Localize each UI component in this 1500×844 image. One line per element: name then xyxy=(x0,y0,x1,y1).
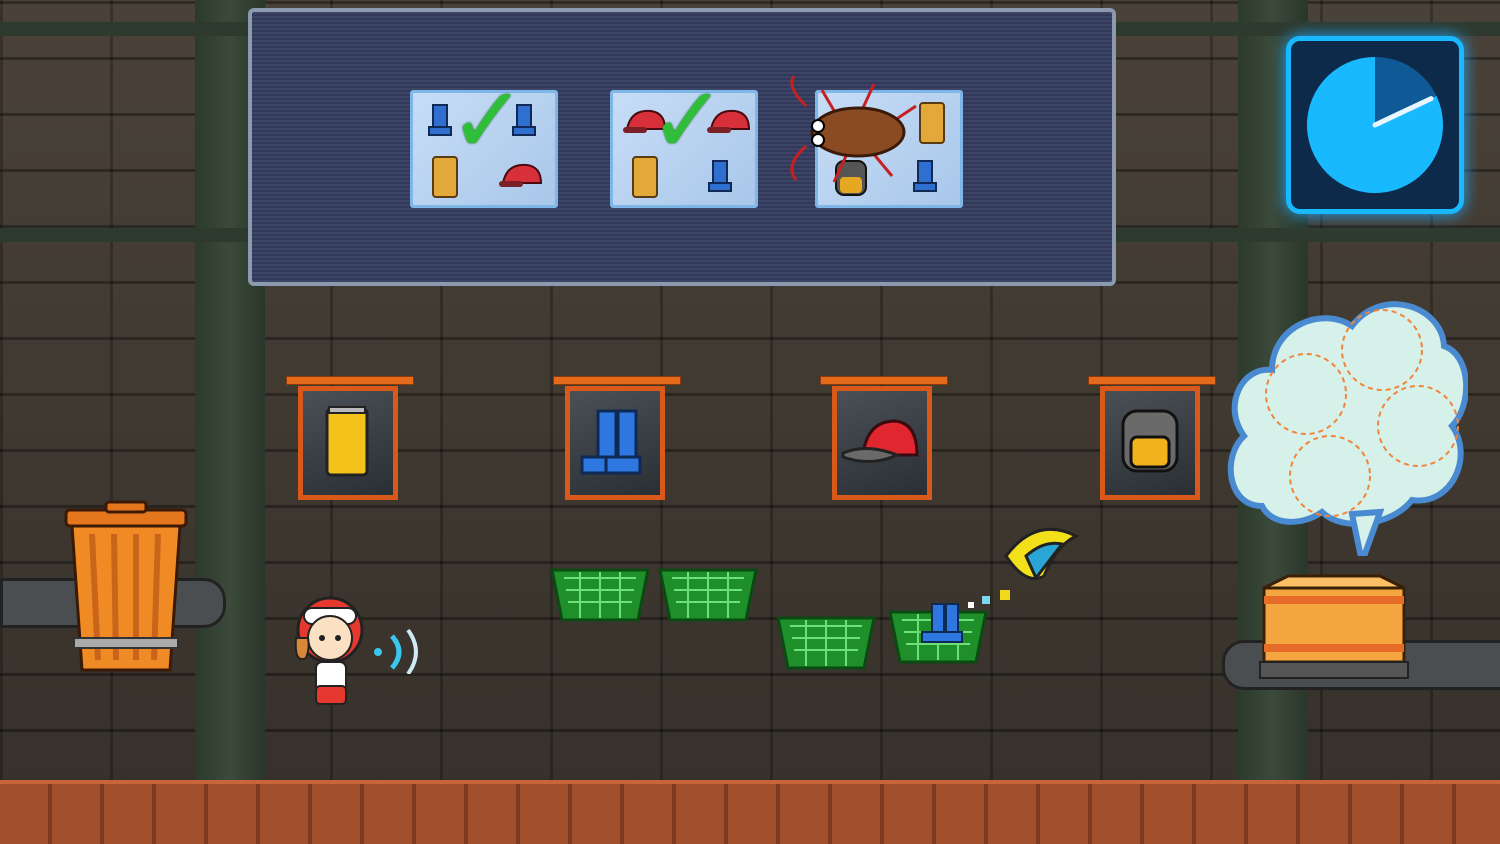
player-character[interactable] xyxy=(288,594,374,712)
bin-backpack[interactable] xyxy=(1088,376,1216,502)
trash-can[interactable] xyxy=(58,500,194,676)
check-icon: ✓ xyxy=(649,67,727,174)
order-card: ✓ xyxy=(410,75,558,208)
bin-can[interactable] xyxy=(286,376,414,502)
clock-icon xyxy=(1307,57,1443,193)
basket[interactable] xyxy=(550,564,650,622)
sparkle-icon xyxy=(968,590,1010,608)
background-beam xyxy=(1116,22,1500,36)
game-scene: ✓ ✓ xyxy=(0,0,1500,844)
cap-icon xyxy=(841,419,919,463)
can-icon xyxy=(325,406,369,477)
aim-indicator-icon xyxy=(374,628,418,674)
order-board: ✓ ✓ xyxy=(248,8,1116,286)
check-icon: ✓ xyxy=(449,67,527,174)
boots-icon xyxy=(580,409,642,475)
bin-cap[interactable] xyxy=(820,376,948,502)
brick-floor xyxy=(0,780,1500,844)
backpack-icon xyxy=(1121,409,1179,473)
basket[interactable] xyxy=(776,612,876,670)
cockroach-icon[interactable] xyxy=(776,76,926,192)
bin-boots[interactable] xyxy=(553,376,681,502)
basket[interactable] xyxy=(658,564,758,622)
package-box[interactable] xyxy=(1258,574,1410,684)
background-beam xyxy=(0,228,250,242)
background-beam xyxy=(0,22,250,36)
background-beam xyxy=(1116,228,1500,242)
timer-clock xyxy=(1286,36,1464,214)
thought-bubble xyxy=(1227,301,1468,556)
order-card: ✓ xyxy=(610,75,758,208)
